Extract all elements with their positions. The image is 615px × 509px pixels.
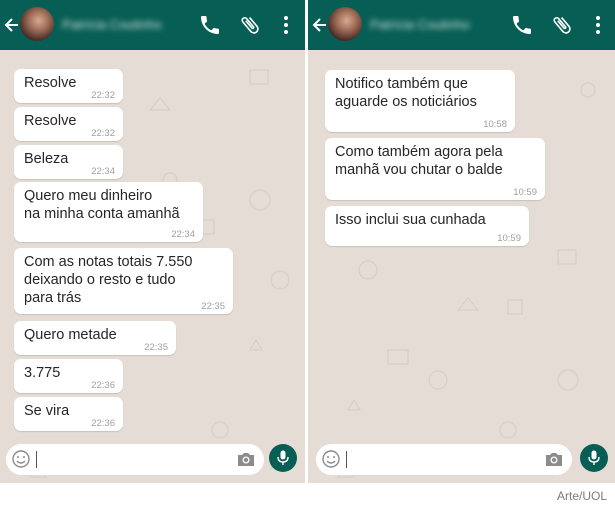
back-arrow-icon[interactable]	[4, 13, 20, 37]
message-bubble: Notifico também que aguarde os noticiári…	[325, 70, 515, 132]
right-chat-panel: Patrícia Coutinho Notifico também que ag…	[308, 0, 615, 483]
message-input[interactable]	[6, 444, 264, 475]
smiley-icon[interactable]	[11, 449, 31, 469]
message-bubble: Beleza 22:34	[14, 145, 123, 179]
message-time: 22:32	[91, 90, 115, 101]
message-bubble: Isso inclui sua cunhada 10:59	[325, 206, 529, 246]
mic-icon	[277, 450, 289, 465]
chat-header: Patrícia Coutinho	[308, 0, 615, 50]
chat-header: Patrícia Coutinho	[0, 0, 305, 50]
phone-icon[interactable]	[198, 13, 222, 37]
message-bubble: Quero meu dinheiro na minha conta amanhã…	[14, 182, 203, 242]
message-bubble: Resolve 22:32	[14, 107, 123, 141]
contact-avatar[interactable]	[328, 7, 362, 41]
camera-icon[interactable]	[544, 450, 564, 468]
left-chat-panel: Patrícia Coutinho Resolve 22:32 Resolve …	[0, 0, 305, 483]
message-text: Quero meu dinheiro na minha conta amanhã	[24, 188, 180, 222]
contact-avatar[interactable]	[20, 7, 54, 41]
message-time: 22:35	[144, 342, 168, 353]
message-time: 10:58	[483, 119, 507, 130]
message-time: 22:34	[171, 229, 195, 240]
mic-button[interactable]	[269, 444, 297, 472]
message-text: Com as notas totais 7.550 deixando o res…	[24, 254, 193, 306]
message-time: 22:36	[91, 418, 115, 429]
message-time: 22:36	[91, 380, 115, 391]
message-bubble: Com as notas totais 7.550 deixando o res…	[14, 248, 233, 314]
more-options-icon[interactable]	[586, 13, 610, 37]
message-bubble: Resolve 22:32	[14, 69, 123, 103]
attachment-icon[interactable]	[238, 13, 262, 37]
image-credit: Arte/UOL	[556, 489, 607, 503]
text-cursor	[346, 451, 347, 468]
smiley-icon[interactable]	[321, 449, 341, 469]
more-options-icon[interactable]	[274, 13, 298, 37]
text-cursor	[36, 451, 37, 468]
mic-button[interactable]	[580, 444, 608, 472]
message-bubble: Quero metade 22:35	[14, 321, 176, 355]
message-text: Isso inclui sua cunhada	[335, 212, 486, 228]
mic-icon	[588, 450, 600, 465]
message-bubble: Como também agora pela manhã vou chutar …	[325, 138, 545, 200]
message-time: 10:59	[513, 187, 537, 198]
message-bubble: Se vira 22:36	[14, 397, 123, 431]
camera-icon[interactable]	[236, 450, 256, 468]
message-time: 10:59	[497, 233, 521, 244]
message-time: 22:32	[91, 128, 115, 139]
message-text: Como também agora pela manhã vou chutar …	[335, 144, 503, 178]
message-time: 22:35	[201, 301, 225, 312]
contact-name[interactable]: Patrícia Coutinho	[62, 17, 162, 33]
back-arrow-icon[interactable]	[312, 13, 328, 37]
phone-icon[interactable]	[510, 13, 534, 37]
message-input[interactable]	[316, 444, 572, 475]
message-text: Notifico também que aguarde os noticiári…	[335, 76, 477, 110]
message-bubble: 3.775 22:36	[14, 359, 123, 393]
message-time: 22:34	[91, 166, 115, 177]
contact-name[interactable]: Patrícia Coutinho	[370, 17, 470, 33]
attachment-icon[interactable]	[550, 13, 574, 37]
